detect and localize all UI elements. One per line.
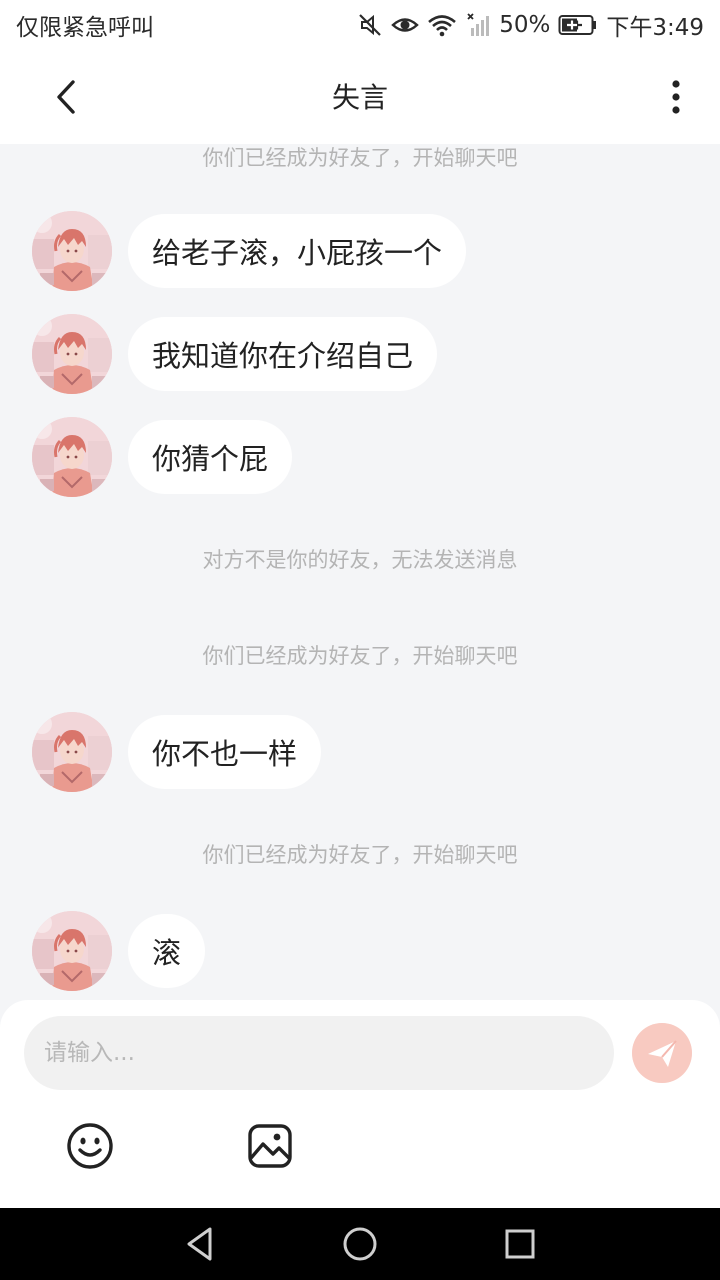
status-left-text: 仅限紧急呼叫 [16, 15, 154, 41]
system-notice: 你们已经成为好友了，开始聊天吧 [202, 644, 518, 668]
triangle-back-icon [187, 1227, 212, 1261]
message-bubble[interactable]: 你不也一样 [128, 715, 322, 789]
avatar[interactable] [32, 314, 112, 394]
status-bar: 仅限紧急呼叫 50% 下午3:49 [0, 0, 720, 50]
message-bubble[interactable]: 给老子滚，小屁孩一个 [128, 214, 467, 288]
avatar[interactable] [32, 417, 112, 497]
message-row: 你不也一样 [32, 712, 322, 792]
image-icon [248, 1124, 292, 1168]
chat-area[interactable]: 你们已经成为好友了，开始聊天吧 给老子滚，小屁孩一个 我知道你在介绍自己 你猜个… [0, 144, 720, 1000]
system-notice: 你们已经成为好友了，开始聊天吧 [202, 843, 518, 867]
system-notice: 对方不是你的好友，无法发送消息 [202, 548, 518, 572]
battery-icon [558, 14, 598, 36]
emoji-button[interactable] [66, 1122, 114, 1170]
nav-recents-button[interactable] [500, 1224, 540, 1264]
message-bubble[interactable]: 滚 [128, 914, 206, 988]
send-button[interactable] [632, 1023, 692, 1083]
system-nav-bar [0, 1208, 720, 1280]
nav-home-button[interactable] [340, 1224, 380, 1264]
message-bubble[interactable]: 我知道你在介绍自己 [128, 317, 438, 391]
status-time: 下午3:49 [606, 15, 704, 41]
message-input[interactable] [24, 1016, 614, 1090]
avatar[interactable] [32, 911, 112, 991]
message-row: 你猜个屁 [32, 417, 293, 497]
page-title: 失言 [331, 81, 388, 114]
status-icons: 50% 下午3:49 [357, 8, 704, 42]
avatar[interactable] [32, 712, 112, 792]
more-icon [672, 80, 680, 114]
message-row: 我知道你在介绍自己 [32, 314, 438, 394]
chat-header: 失言 [0, 50, 720, 144]
system-notice: 你们已经成为好友了，开始聊天吧 [202, 146, 518, 170]
square-recents-icon [505, 1229, 535, 1259]
message-row: 滚 [32, 911, 206, 991]
circle-home-icon [343, 1227, 377, 1261]
wifi-icon [427, 13, 457, 37]
battery-percent: 50% [499, 12, 551, 38]
more-button[interactable] [658, 74, 694, 120]
emoji-icon [67, 1123, 113, 1169]
avatar[interactable] [32, 211, 112, 291]
send-icon [632, 1023, 692, 1083]
input-panel [0, 1000, 720, 1208]
mute-icon [357, 12, 383, 38]
nav-back-button[interactable] [180, 1224, 220, 1264]
signal-icon [465, 12, 491, 38]
eye-icon [391, 13, 419, 37]
message-bubble[interactable]: 你猜个屁 [128, 420, 293, 494]
image-button[interactable] [246, 1122, 294, 1170]
message-row: 给老子滚，小屁孩一个 [32, 211, 467, 291]
